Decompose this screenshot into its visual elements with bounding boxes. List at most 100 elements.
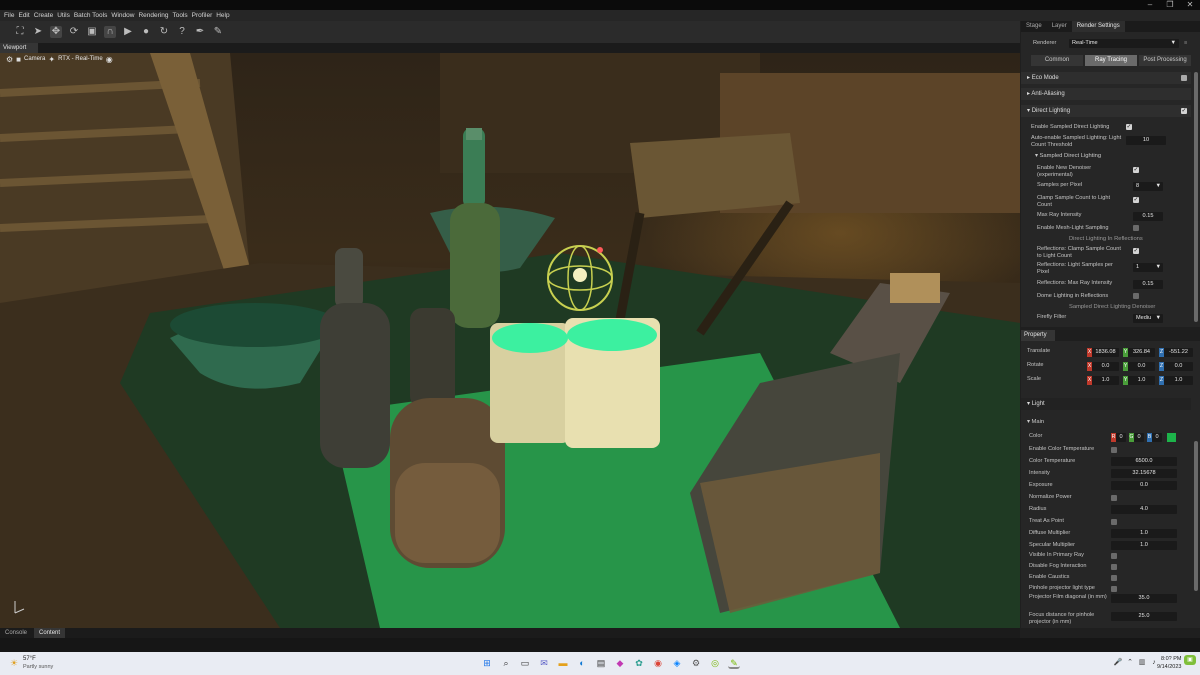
brush-icon[interactable]: ✎ xyxy=(212,26,224,38)
app-icon-3[interactable]: ◈ xyxy=(671,657,683,669)
fountain-pen-icon[interactable]: ✒ xyxy=(194,26,206,38)
spp-select[interactable]: 8 ▼ xyxy=(1133,182,1163,191)
new-denoiser-checkbox[interactable]: ✓ xyxy=(1133,167,1139,173)
maximize-button[interactable]: ❐ xyxy=(1160,0,1180,10)
menu-file[interactable]: File xyxy=(4,12,14,19)
file-explorer-icon[interactable]: ▬ xyxy=(557,657,569,669)
clock-date[interactable]: 9/14/2023 xyxy=(1157,664,1181,670)
edge-browser-icon[interactable]: ◐ xyxy=(576,657,588,669)
menu-profiler[interactable]: Profiler xyxy=(192,12,213,19)
camera-icon[interactable]: ■ xyxy=(16,55,21,64)
snap-magnet-icon[interactable]: ∩ xyxy=(104,26,116,38)
tab-stage[interactable]: Stage xyxy=(1021,21,1047,32)
help-circle-icon[interactable]: ? xyxy=(176,26,188,38)
tab-post-processing[interactable]: Post Processing xyxy=(1139,55,1191,66)
tab-property[interactable]: Property xyxy=(1021,330,1055,341)
light-prop-checkbox[interactable] xyxy=(1111,575,1117,581)
light-prop-checkbox[interactable] xyxy=(1111,519,1117,525)
app-icon-2[interactable]: ✿ xyxy=(633,657,645,669)
dome-refl-checkbox[interactable] xyxy=(1133,293,1139,299)
menu-window[interactable]: Window xyxy=(111,12,134,19)
section-eco-mode[interactable]: ▸ Eco Mode xyxy=(1021,72,1191,84)
play-icon[interactable]: ▶ xyxy=(122,26,134,38)
search-icon[interactable]: ⌕ xyxy=(500,657,512,669)
mic-icon[interactable]: 🎤 xyxy=(1112,657,1124,669)
active-app-icon[interactable]: ✎ xyxy=(728,657,740,669)
chevron-up-icon[interactable]: ⌃ xyxy=(1124,657,1136,669)
renderer-mode-label[interactable]: RTX - Real-Time xyxy=(58,56,103,62)
color-r-input[interactable]: 0 xyxy=(1116,433,1126,442)
menu-tools[interactable]: Tools xyxy=(172,12,187,19)
menu-help[interactable]: Help xyxy=(216,12,229,19)
light-prop-checkbox[interactable] xyxy=(1111,447,1117,453)
rotate-x-input[interactable]: 0.0 xyxy=(1092,362,1119,371)
scale-y-input[interactable]: 1.0 xyxy=(1128,376,1155,385)
light-prop-input[interactable]: 1.0 xyxy=(1111,529,1177,538)
scale-z-input[interactable]: 1.0 xyxy=(1164,376,1193,385)
tab-ray-tracing[interactable]: Ray Tracing xyxy=(1085,55,1137,66)
menu-batch-tools[interactable]: Batch Tools xyxy=(74,12,107,19)
menu-utils[interactable]: Utils xyxy=(57,12,70,19)
minimize-button[interactable]: – xyxy=(1140,0,1160,10)
hamburger-icon[interactable]: ≡ xyxy=(1184,40,1187,47)
windows-start-icon[interactable]: ⊞ xyxy=(481,657,493,669)
light-prop-input[interactable]: 4.0 xyxy=(1111,505,1177,514)
projector-film-input[interactable]: 35.0 xyxy=(1111,594,1177,603)
color-swatch[interactable] xyxy=(1167,433,1176,442)
refl-max-input[interactable]: 0.15 xyxy=(1133,280,1163,289)
clamp-checkbox[interactable]: ✓ xyxy=(1133,197,1139,203)
chat-icon[interactable]: ✉ xyxy=(538,657,550,669)
menu-rendering[interactable]: Rendering xyxy=(138,12,168,19)
auto-enable-input[interactable]: 10 xyxy=(1126,136,1166,145)
store-icon[interactable]: ▤ xyxy=(595,657,607,669)
light-prop-input[interactable]: 6500.0 xyxy=(1111,457,1177,466)
close-button[interactable]: ✕ xyxy=(1180,0,1200,10)
renderer-select[interactable]: Real-Time ▼ xyxy=(1069,39,1179,48)
select-arrow-icon[interactable]: ➤ xyxy=(32,26,44,38)
section-anti-aliasing[interactable]: ▸ Anti-Aliasing xyxy=(1021,88,1191,100)
scale-tool-icon[interactable]: ▣ xyxy=(86,26,98,38)
light-prop-checkbox[interactable] xyxy=(1111,564,1117,570)
viewport-scene[interactable]: ⚙ ■ Camera ✦ RTX - Real-Time ◉ xyxy=(0,53,1020,628)
weather-sun-icon[interactable]: ☀ xyxy=(8,657,20,669)
network-icon[interactable]: ▥ xyxy=(1136,657,1148,669)
translate-x-input[interactable]: 1836.08 xyxy=(1092,348,1119,357)
color-b-input[interactable]: 0 xyxy=(1152,433,1162,442)
chrome-icon[interactable]: ◉ xyxy=(652,657,664,669)
light-prop-checkbox[interactable] xyxy=(1111,553,1117,559)
camera-label[interactable]: Camera xyxy=(24,56,45,62)
firefly-select[interactable]: Mediu ▼ xyxy=(1133,314,1163,323)
translate-y-input[interactable]: 326.84 xyxy=(1128,348,1155,357)
rotate-y-input[interactable]: 0.0 xyxy=(1128,362,1155,371)
settings-icon[interactable]: ⚙ xyxy=(690,657,702,669)
tab-console[interactable]: Console xyxy=(0,628,32,638)
scale-x-input[interactable]: 1.0 xyxy=(1092,376,1119,385)
section-light[interactable]: ▾ Light xyxy=(1021,398,1191,410)
omniverse-icon[interactable]: ◎ xyxy=(709,657,721,669)
color-g-input[interactable]: 0 xyxy=(1134,433,1144,442)
menu-create[interactable]: Create xyxy=(34,12,54,19)
tab-layer[interactable]: Layer xyxy=(1047,21,1072,32)
light-prop-checkbox[interactable] xyxy=(1111,495,1117,501)
lightbulb-icon[interactable]: ✦ xyxy=(48,55,55,64)
eye-icon[interactable]: ◉ xyxy=(106,55,113,64)
refresh-icon[interactable]: ↻ xyxy=(158,26,170,38)
tab-render-settings[interactable]: Render Settings xyxy=(1071,21,1125,32)
enable-sampled-checkbox[interactable]: ✓ xyxy=(1126,124,1132,130)
focus-distance-input[interactable]: 25.0 xyxy=(1111,612,1177,621)
eco-mode-checkbox[interactable] xyxy=(1181,75,1187,81)
notification-icon[interactable]: ▣ xyxy=(1184,655,1196,665)
sphere-icon[interactable]: ● xyxy=(140,26,152,38)
frame-select-icon[interactable]: ⛶ xyxy=(14,26,26,38)
settings-gear-icon[interactable]: ⚙ xyxy=(6,55,13,64)
light-prop-input[interactable]: 0.0 xyxy=(1111,481,1177,490)
tab-common[interactable]: Common xyxy=(1031,55,1083,66)
light-prop-input[interactable]: 1.0 xyxy=(1111,541,1177,550)
move-tool-icon[interactable]: ✥ xyxy=(50,26,62,38)
menu-edit[interactable]: Edit xyxy=(18,12,29,19)
task-view-icon[interactable]: ▭ xyxy=(519,657,531,669)
refl-clamp-checkbox[interactable]: ✓ xyxy=(1133,248,1139,254)
clock-time[interactable]: 8:0? PM xyxy=(1161,656,1181,662)
light-prop-checkbox[interactable] xyxy=(1111,586,1117,592)
render-settings-scrollbar[interactable] xyxy=(1194,72,1198,322)
